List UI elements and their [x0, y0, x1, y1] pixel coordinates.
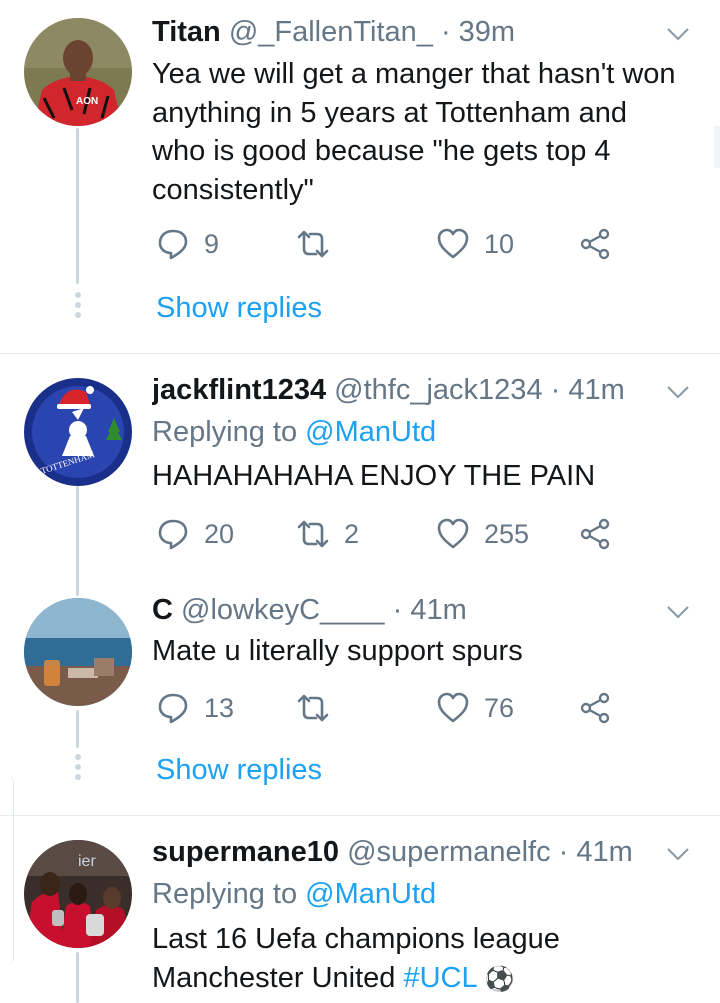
tweet-actions: 13 76 [152, 688, 632, 728]
reply-icon [158, 693, 188, 724]
thread-line [76, 710, 79, 748]
heart-icon [437, 692, 469, 723]
more-replies-dots [74, 292, 82, 318]
tweet-actions: 20 2 255 [152, 514, 632, 554]
share-button[interactable] [578, 688, 612, 728]
tweet-header: supermane10 @supermanelfc · 41m [152, 834, 660, 870]
handle[interactable]: @_FallenTitan_ [229, 16, 433, 48]
chevron-down-icon[interactable] [664, 378, 692, 406]
thread-line [76, 486, 79, 576]
tweet-text-line: Manchester United #UCL ⚽ [152, 959, 700, 1000]
share-icon [580, 228, 610, 260]
tweet-3[interactable]: C @lowkeyC____ · 41m Mate u literally su… [0, 574, 720, 816]
chevron-down-icon[interactable] [664, 20, 692, 48]
tweet-1[interactable]: AON Titan @_FallenTitan_ · 39m Yea we wi… [0, 0, 720, 354]
thread-line [76, 952, 79, 1003]
share-button[interactable] [578, 514, 612, 554]
tweet-header: C @lowkeyC____ · 41m [152, 592, 660, 628]
tweet-header: Titan @_FallenTitan_ · 39m [152, 14, 660, 50]
retweet-button[interactable]: 2 [296, 514, 359, 554]
replying-to: Replying to @ManUtd [152, 876, 436, 912]
timestamp[interactable]: · 41m [393, 594, 467, 626]
like-button[interactable]: 10 [436, 224, 514, 264]
share-button[interactable] [578, 224, 612, 264]
replying-to: Replying to @ManUtd [152, 414, 436, 450]
retweet-button[interactable] [296, 688, 344, 728]
thread-line [76, 128, 79, 284]
like-count: 255 [484, 518, 530, 549]
reply-icon [158, 229, 188, 260]
tweet-text: Mate u literally support spurs [152, 632, 700, 671]
reply-button[interactable]: 13 [156, 688, 234, 728]
mention-link[interactable]: @ManUtd [305, 416, 436, 448]
avatar-bg-text: ier [78, 853, 96, 870]
display-name[interactable]: Titan [152, 16, 221, 48]
avatar[interactable]: ier [24, 840, 132, 948]
floating-panel-edge [0, 775, 14, 965]
hashtag-link[interactable]: #UCL [403, 962, 476, 994]
retweet-button[interactable] [296, 224, 344, 264]
reply-count: 13 [204, 692, 235, 723]
svg-text:AON: AON [76, 96, 98, 107]
reply-button[interactable]: 20 [156, 514, 234, 554]
reply-button[interactable]: 9 [156, 224, 219, 264]
retweet-icon [297, 230, 329, 258]
mention-link[interactable]: @ManUtd [305, 878, 436, 910]
reply-icon [158, 519, 188, 550]
handle[interactable]: @supermanelfc [347, 836, 551, 868]
like-button[interactable]: 255 [436, 514, 529, 554]
retweet-icon [297, 694, 329, 722]
tweet-text: HAHAHAHAHA ENJOY THE PAIN [152, 457, 700, 496]
replying-to-label: Replying to [152, 878, 298, 910]
handle[interactable]: @lowkeyC____ [181, 594, 385, 626]
share-icon [580, 692, 610, 724]
heart-icon [437, 228, 469, 259]
replying-to-label: Replying to [152, 416, 298, 448]
scroll-indicator [714, 126, 720, 168]
timestamp[interactable]: · 39m [441, 16, 515, 48]
thread-line [76, 574, 79, 596]
chevron-down-icon[interactable] [664, 598, 692, 626]
tweet-text-line: anything in 5 years at Tottenham and [152, 96, 628, 129]
timestamp[interactable]: · 41m [551, 374, 625, 406]
display-name[interactable]: supermane10 [152, 836, 339, 868]
avatar[interactable] [24, 598, 132, 706]
tweet-2[interactable]: TOTTENHAM jackflint1234 @thfc_jack1234 ·… [0, 354, 720, 576]
tweet-text-line: who is good because "he gets top 4 [152, 135, 611, 167]
tweet-actions: 9 10 [152, 224, 632, 264]
more-replies-dots [74, 754, 82, 780]
tweet-text-line: HAHAHAHAHA ENJOY THE PAIN [152, 460, 596, 492]
handle[interactable]: @thfc_jack1234 [334, 374, 542, 406]
timestamp[interactable]: · 41m [559, 836, 633, 868]
tweet-text: Yea we will get a manger that hasn't won… [152, 55, 700, 209]
avatar[interactable]: TOTTENHAM [24, 378, 132, 486]
soccer-ball-emoji: ⚽ [484, 965, 515, 993]
chevron-down-icon[interactable] [664, 840, 692, 868]
retweet-icon [297, 520, 329, 548]
heart-icon [437, 518, 469, 549]
like-button[interactable]: 76 [436, 688, 514, 728]
tweet-text-line: consistently" [152, 173, 314, 206]
reply-count: 20 [204, 518, 235, 549]
retweet-count: 2 [344, 518, 360, 549]
like-count: 10 [484, 228, 515, 259]
reply-count: 9 [204, 228, 220, 259]
avatar[interactable]: AON [24, 18, 132, 126]
tweet-4[interactable]: ier supermane10 @supermanelfc · 41m Repl… [0, 816, 720, 1003]
tweet-text: Last 16 Uefa champions league Manchester… [152, 920, 700, 999]
show-replies-link[interactable]: Show replies [156, 752, 322, 788]
tweet-text-line: Last 16 Uefa champions league [152, 923, 560, 955]
share-icon [580, 518, 610, 550]
tweet-text-segment: Manchester United [152, 961, 396, 994]
tweet-text-line: Mate u literally support spurs [152, 635, 523, 667]
tweet-header: jackflint1234 @thfc_jack1234 · 41m [152, 372, 660, 408]
like-count: 76 [484, 692, 515, 723]
show-replies-link[interactable]: Show replies [156, 290, 322, 326]
tweet-text-line: Yea we will get a manger that hasn't won [152, 58, 676, 90]
display-name[interactable]: jackflint1234 [152, 374, 326, 406]
display-name[interactable]: C [152, 594, 173, 626]
